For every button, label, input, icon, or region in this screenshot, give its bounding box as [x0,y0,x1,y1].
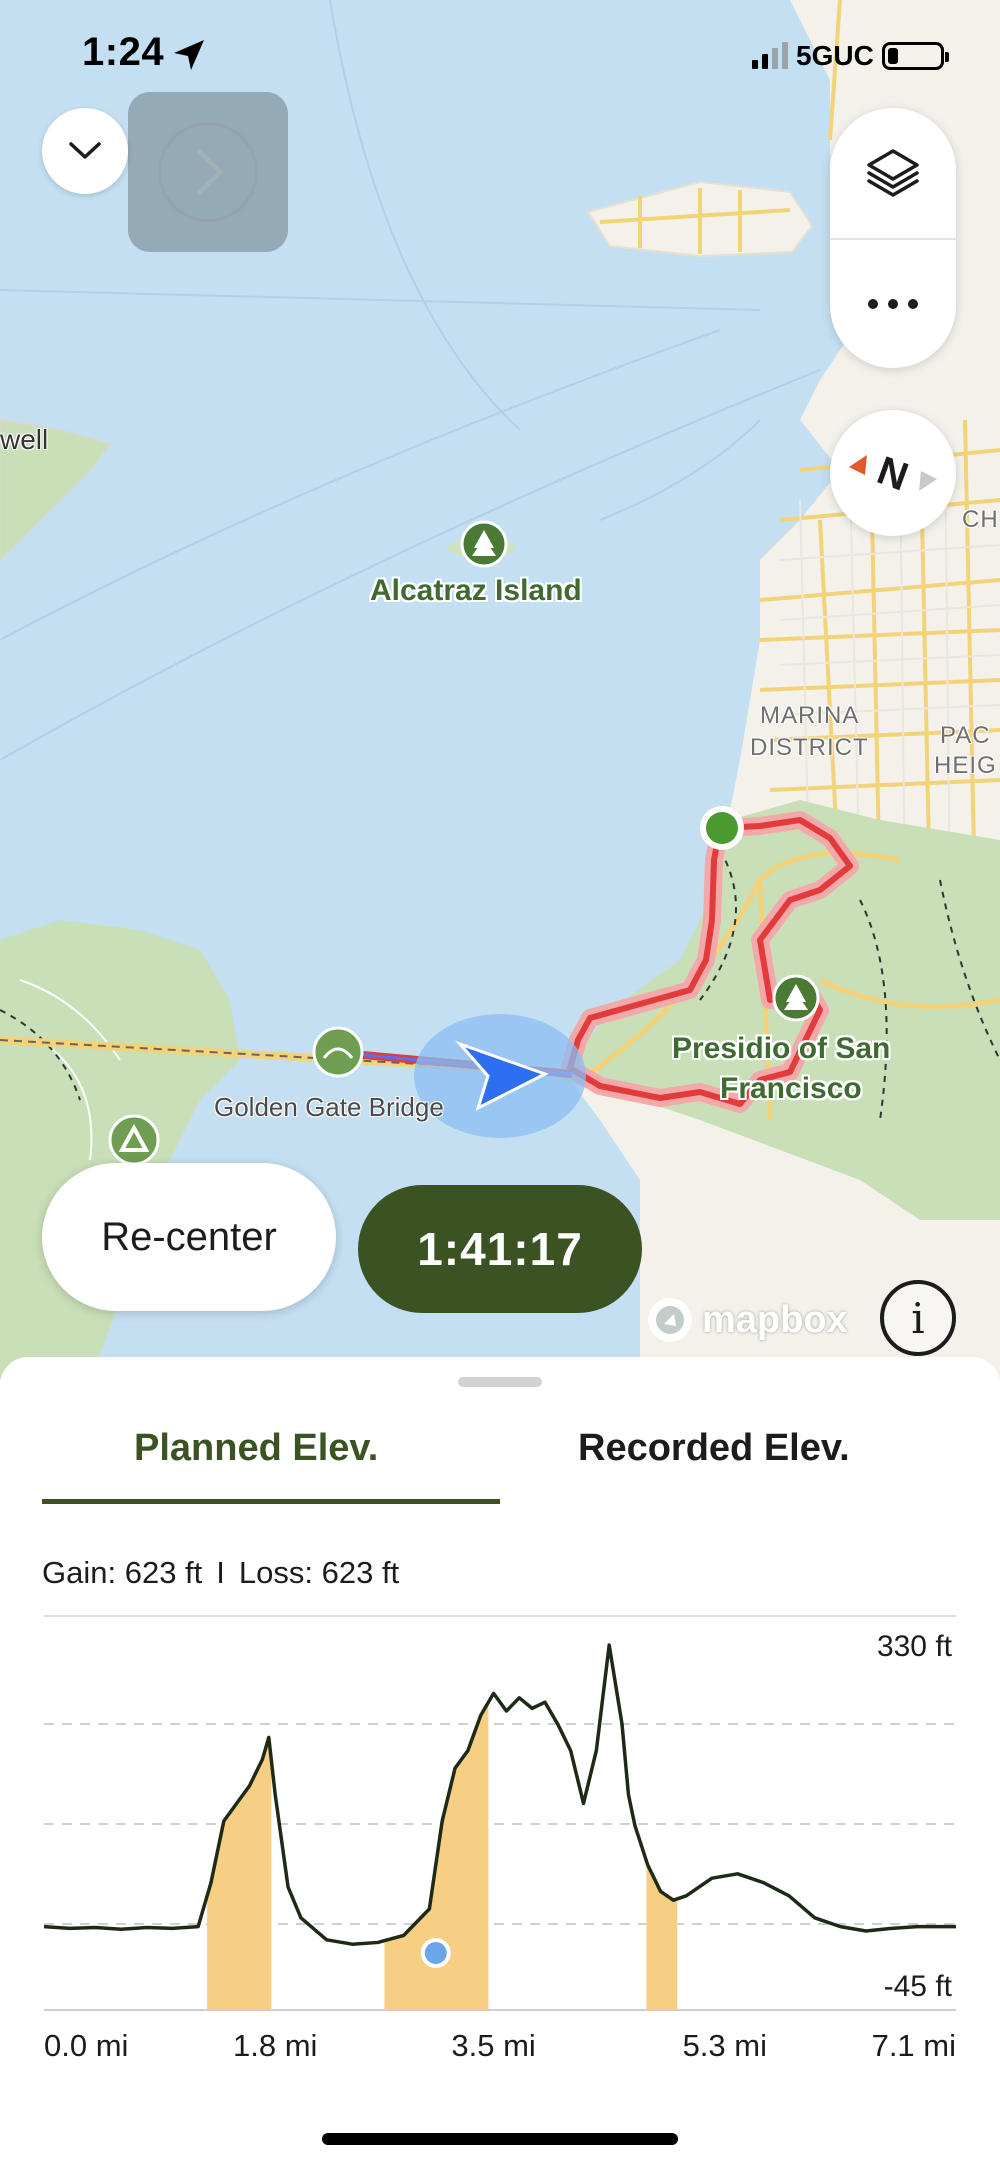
y-tick-label: -45 ft [884,1970,953,2003]
map-controls-pill [830,108,956,368]
active-tab-indicator [42,1499,500,1504]
mapbox-attribution[interactable]: mapbox [644,1294,848,1346]
presidio-pin-icon [772,974,820,1022]
network-type: 5GUC [796,40,874,71]
loss-stat: Loss: 623 ft [238,1555,400,1590]
mapbox-logo-icon [648,1298,692,1342]
x-tick-label: 0.0 mi [44,2028,128,2060]
current-position-marker [424,1942,447,1964]
sheet-drag-handle[interactable] [458,1377,542,1387]
battery-icon [881,42,949,70]
compass-letter: N [872,448,914,499]
location-arrow-icon [174,40,204,70]
status-time: 1:24 [82,30,165,74]
tab-planned-elevation[interactable]: Planned Elev. [134,1427,378,1470]
map-view[interactable]: Alcatraz Island Presidio of San Francisc… [0,0,1000,1380]
map-label-ch: CH [962,506,999,533]
y-tick-label: 330 ft [877,1630,953,1663]
info-button[interactable]: i [880,1280,956,1356]
x-tick-label: 5.3 mi [683,2028,767,2060]
elevation-stats: Gain: 623 ft I Loss: 623 ft [42,1555,399,1591]
gain-stat: Gain: 623 ft [42,1555,203,1590]
signal-icon [752,42,788,69]
compass-button[interactable]: N [830,410,956,536]
next-button[interactable] [128,92,288,252]
highlight-area [207,1741,272,2010]
map-label-presidio-2: Francisco [720,1072,862,1105]
more-options-button[interactable] [830,240,956,368]
recenter-button[interactable]: Re-center [42,1163,336,1311]
compass-icon: N [849,448,937,500]
chevron-down-icon [69,142,101,159]
mapbox-text: mapbox [702,1298,848,1341]
map-label-pac-2: HEIG [934,752,997,779]
map-label-marina-2: DISTRICT [750,734,869,761]
bridge-pin-icon [312,1026,364,1078]
elevation-chart[interactable]: 330 ft -45 ft 0.0 mi 1.8 mi 3.5 mi 5.3 mi 7.1 … [0,1600,1000,2060]
map-label-well: well [0,424,49,455]
status-indicators: 5GUC [752,40,949,72]
timer-button[interactable]: 1:41:17 [358,1185,642,1313]
chevron-right-icon [196,148,223,196]
home-indicator[interactable] [322,2133,678,2145]
highlight-area [646,1861,678,2010]
layers-icon [867,149,919,197]
layers-button[interactable] [830,108,956,238]
map-label-alcatraz: Alcatraz Island [370,574,582,607]
map-label-marina-1: MARINA [760,702,860,729]
x-tick-label: 1.8 mi [233,2028,317,2060]
stats-separator: I [216,1555,225,1590]
x-tick-label: 7.1 mi [872,2028,956,2060]
campsite-pin-icon [108,1114,160,1166]
map-label-golden-gate: Golden Gate Bridge [214,1092,444,1122]
alcatraz-pin-icon [460,520,508,568]
map-label-presidio-1: Presidio of San [672,1032,891,1065]
x-tick-label: 3.5 mi [451,2028,535,2060]
elevation-line [43,1643,956,1946]
collapse-button[interactable] [42,108,128,194]
tab-recorded-elevation[interactable]: Recorded Elev. [578,1427,850,1470]
map-label-pac-1: PAC [940,722,991,749]
